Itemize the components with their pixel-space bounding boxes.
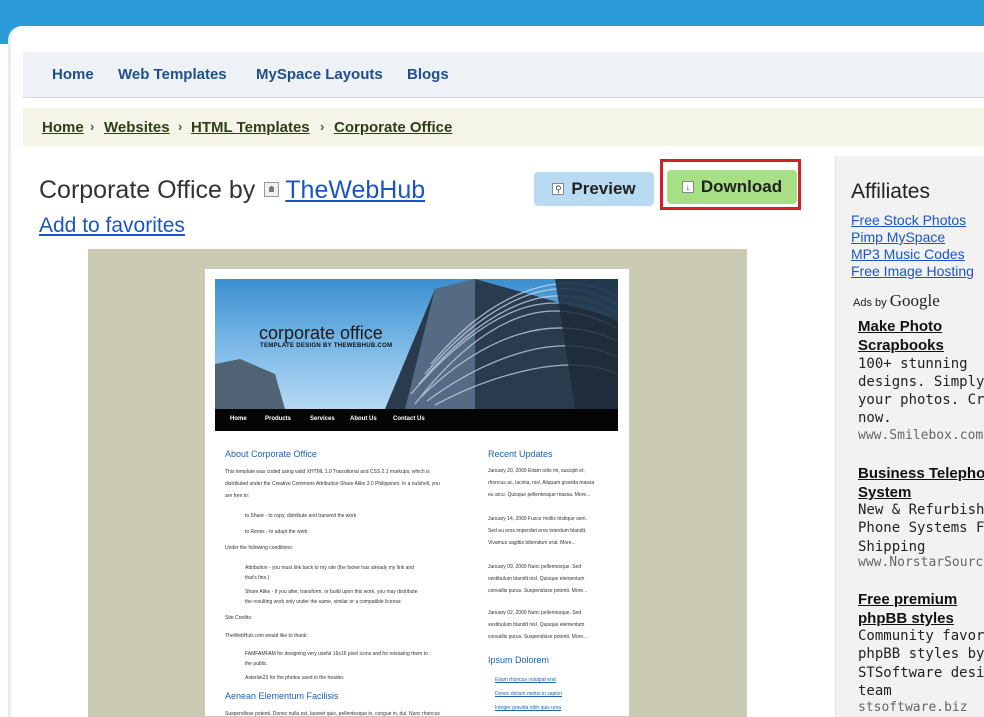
nav-blogs[interactable]: Blogs [407,66,449,83]
preview-text: to Remix - to adapt the work [245,529,308,535]
preview-text: FAMFAMFAM for designing very useful 16x1… [245,651,428,657]
preview-update: Sed eu eros imperdiet eros interdum blan… [488,528,587,534]
preview-ipsum-link: Integer gravida nibh quis urna [495,705,562,711]
page-title: Corporate Office by TheWebHub [39,176,425,205]
preview-menu-item: About Us [350,416,377,422]
breadcrumb-separator: › [320,119,325,134]
breadcrumb-separator: › [178,119,183,134]
download-button[interactable]: ↓ Download [667,170,797,204]
preview-text: Under the following conditions: [225,545,294,551]
affiliate-link[interactable]: Pimp MySpace [851,229,945,245]
google-logo: Google [889,291,940,310]
download-label: Download [700,177,783,196]
preview-update: rhoncus ac, lacinia, nisl. Aliquam gravi… [488,480,595,486]
breadcrumb-websites[interactable]: Websites [104,119,170,136]
ad-description: now. [858,410,892,426]
main-nav: Home Web Templates MySpace Layouts Blogs [23,52,984,98]
magnifier-icon: ⚲ [552,183,565,195]
ad-description: team [858,683,892,699]
breadcrumb: Home › Websites › HTML Templates › Corpo… [23,108,984,146]
ad-title[interactable]: Make Photo [858,317,942,336]
affiliates-heading: Affiliates [851,180,930,203]
ad-description: phpBB styles by [858,646,984,662]
user-icon [264,181,280,197]
preview-text: Attribution - you must link back to my s… [245,565,414,571]
preview-text: Suspendisse potenti. Donec nulla est, la… [225,711,440,717]
preview-menu: Home Products Services About Us Contact … [215,409,618,431]
preview-update: January 09, 2009 Nunc pellentesque. Sed [488,564,582,570]
ad-title[interactable]: Business Telephone [858,464,984,483]
preview-text: distributed under the Creative Commons A… [225,481,440,487]
ad-description: Community favorite [858,628,984,644]
preview-update: January 14, 2009 Fusce mollis tristique … [488,516,587,522]
ad-description: designs. Simply add [858,374,984,390]
add-to-favorites-link[interactable]: Add to favorites [39,214,185,238]
author-link[interactable]: TheWebHub [285,176,425,204]
preview-aenean-heading: Aenean Elementum Facilisis [225,691,339,701]
preview-update: convallis purus. Suspendisse potenti. Mo… [488,588,588,594]
preview-ipsum-link: Donec dictum metus in sapien [495,691,562,697]
ad-description: Shipping [858,539,926,555]
preview-banner-subtitle: TEMPLATE DESIGN BY THEWEBHUB.COM [260,343,393,349]
preview-text: the resulting work only under the same, … [245,599,403,605]
ad-description: New & Refurbished [858,502,984,518]
ad-url[interactable]: www.Smilebox.com [858,428,983,443]
preview-text: that's fine.) [245,575,270,581]
breadcrumb-separator: › [90,119,95,134]
ad-url[interactable]: www.NorstarSource [858,555,984,570]
preview-ipsum-heading: Ipsum Dolorem [488,655,550,665]
preview-update: January 02, 2009 Nunc pellentesque. Sed [488,610,582,616]
preview-menu-item: Services [310,416,335,422]
preview-menu-item: Contact Us [393,416,425,422]
ad-title[interactable]: System [858,483,911,502]
preview-update: vestibulum blandit nisl. Quisque element… [488,622,585,628]
nav-home[interactable]: Home [52,66,94,83]
affiliate-link[interactable]: MP3 Music Codes [851,246,965,262]
preview-update: eu arcu. Quisque pellentesque massa. Mor… [488,492,591,498]
ad-description: Phone Systems Free [858,520,984,536]
preview-text: TheWebHub.com would like to thank: [225,633,308,639]
nav-myspace-layouts[interactable]: MySpace Layouts [256,66,383,83]
preview-update: vestibulum blandit nisl. Quisque element… [488,576,585,582]
ad-description: 100+ stunning [858,356,968,372]
affiliate-link[interactable]: Free Image Hosting [851,263,974,279]
preview-menu-item: Home [230,416,247,422]
affiliate-link[interactable]: Free Stock Photos [851,212,966,228]
title-text: Corporate Office by [39,176,256,204]
breadcrumb-html-templates[interactable]: HTML Templates [191,119,310,136]
preview-banner-title: corporate office [259,323,383,343]
preview-text: Site Credits: [225,615,253,621]
breadcrumb-home[interactable]: Home [42,119,84,136]
ad-description: STSoftware designed [858,665,984,681]
preview-update: convallis purus. Suspendisse potenti. Mo… [488,634,588,640]
preview-text: the public. [245,661,268,667]
nav-web-templates[interactable]: Web Templates [118,66,227,83]
download-arrow-icon: ↓ [681,181,694,193]
preview-about-heading: About Corporate Office [225,449,317,459]
ads-by-label: Ads by [853,297,887,309]
preview-update: January 20, 2009 Etiam odio mi, suscipit… [488,468,585,474]
preview-button[interactable]: ⚲ Preview [534,172,654,206]
ad-description: your photos. Create [858,392,984,408]
preview-text: Asterisk23 for the photos used in the he… [245,675,345,681]
ads-by-google[interactable]: Ads by Google [853,291,940,311]
ad-title[interactable]: Scrapbooks [858,336,944,355]
ad-url[interactable]: stsoftware.biz [858,700,968,715]
preview-text: to Share - to copy, distribute and trans… [245,513,357,519]
preview-text: This template was coded using valid XHTM… [225,469,430,475]
preview-updates-heading: Recent Updates [488,449,553,459]
preview-text: Share Alike - if you alter, transform, o… [245,589,418,595]
preview-text: are free to: [225,493,250,499]
preview-ipsum-link: Etiam rhoncus volutpat erat [495,677,556,683]
ad-title[interactable]: Free premium [858,590,957,609]
preview-update: Vivamus sagittis bibendum erat. More... [488,540,576,546]
breadcrumb-corporate-office[interactable]: Corporate Office [334,119,452,136]
ad-title[interactable]: phpBB styles [858,609,954,628]
template-preview-image[interactable]: corporate office TEMPLATE DESIGN BY THEW… [204,268,630,717]
preview-banner: corporate office TEMPLATE DESIGN BY THEW… [215,279,618,409]
preview-label: Preview [571,179,636,198]
preview-menu-item: Products [265,416,292,422]
